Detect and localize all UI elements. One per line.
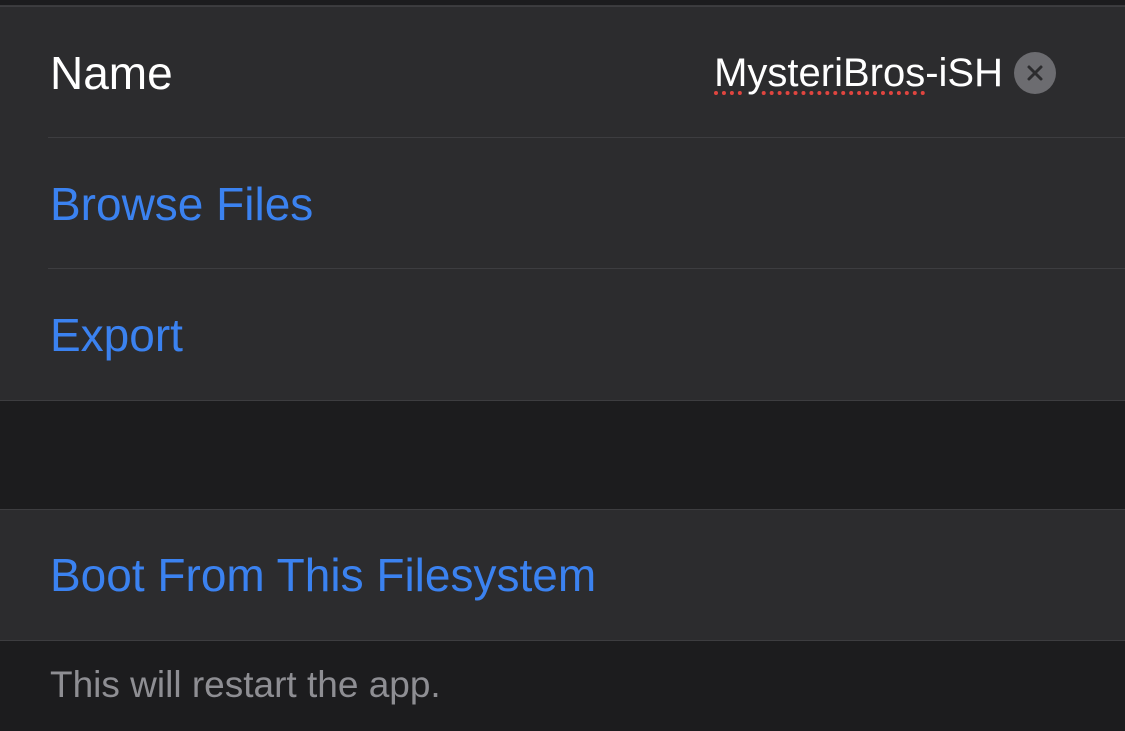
name-label: Name — [50, 46, 173, 99]
boot-group: Boot From This Filesystem — [0, 509, 1125, 641]
boot-footer-note: This will restart the app. — [50, 664, 441, 705]
export-row[interactable]: Export — [0, 269, 1125, 401]
name-value-rest: -iSH — [925, 50, 1003, 95]
name-field[interactable]: MysteriBros-iSH — [714, 53, 1003, 93]
clear-x-circle-icon[interactable] — [1014, 51, 1056, 94]
boot-row[interactable]: Boot From This Filesystem — [0, 510, 1125, 640]
browse-files-row[interactable]: Browse Files — [0, 138, 1125, 269]
name-row[interactable]: Name MysteriBros-iSH — [0, 7, 1125, 138]
export-button[interactable]: Export — [50, 312, 183, 358]
browse-files-button[interactable]: Browse Files — [50, 181, 313, 227]
filesystem-options-group: Name MysteriBros-iSH Browse Files Export — [0, 6, 1125, 401]
filesystem-settings-screen: Name MysteriBros-iSH Browse Files Export… — [0, 0, 1125, 731]
boot-filesystem-button[interactable]: Boot From This Filesystem — [50, 552, 596, 598]
name-value-misspelled: MysteriBros — [714, 50, 926, 95]
